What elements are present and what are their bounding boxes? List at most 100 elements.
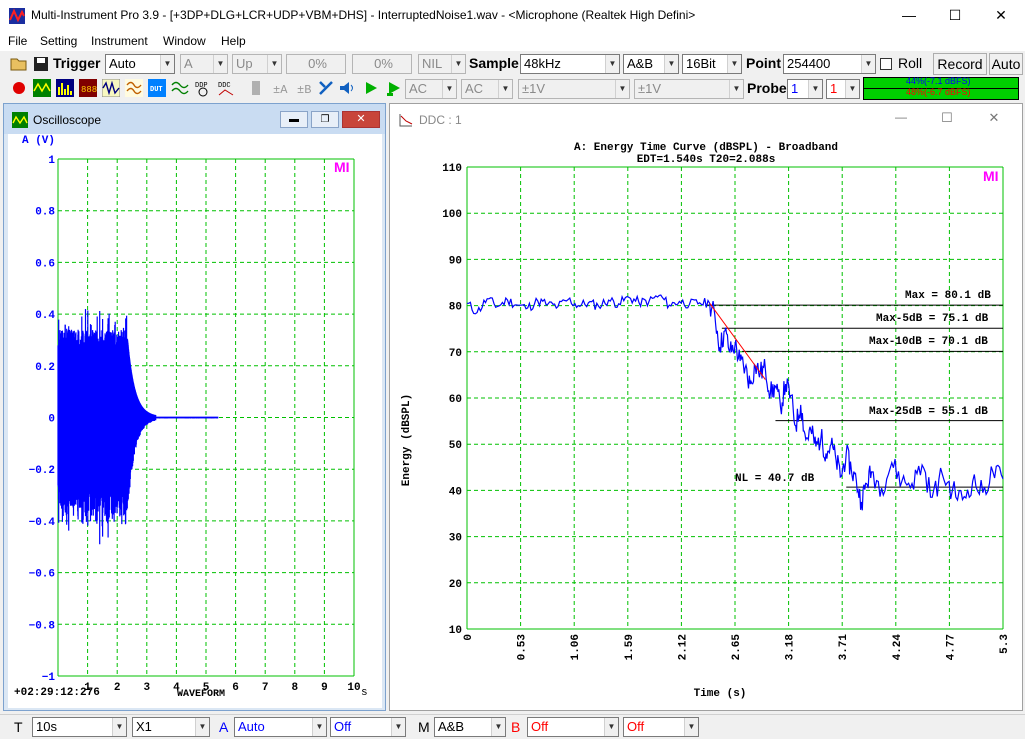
- bits-select[interactable]: 16Bit ▼: [682, 54, 742, 74]
- generator-icon[interactable]: [102, 79, 120, 97]
- b-off-select-2[interactable]: Off ▼: [623, 717, 699, 737]
- chevron-down-icon: ▼: [664, 55, 678, 73]
- save-icon[interactable]: [32, 55, 50, 73]
- ddc-icon[interactable]: DDC: [217, 79, 235, 97]
- chart-xlabel: Time (s): [693, 688, 747, 700]
- osc-y-unit: A (V): [22, 135, 56, 147]
- osc-mode-label: WAVEFORM: [177, 689, 226, 700]
- chevron-down-icon: ▼: [442, 80, 456, 98]
- timebase-select[interactable]: 10s ▼: [32, 717, 127, 737]
- panel-restore-button[interactable]: ❐: [311, 111, 339, 128]
- menu-instrument[interactable]: Instrument: [91, 34, 148, 48]
- range-a-select[interactable]: ±1V ▼: [518, 79, 630, 99]
- ddp-icon[interactable]: DDP: [194, 79, 212, 97]
- osc-logo: MI: [334, 159, 350, 175]
- waveform-icon[interactable]: [171, 79, 189, 97]
- chart-subtitle: EDT=1.540s T20=2.088s: [636, 154, 776, 166]
- a-trigger-select[interactable]: Auto ▼: [234, 717, 327, 737]
- cursor-b-icon[interactable]: ±B: [294, 79, 312, 97]
- open-folder-icon[interactable]: [10, 55, 28, 73]
- ddc-icon: [399, 114, 413, 127]
- speaker-icon[interactable]: [338, 79, 356, 97]
- auto-button[interactable]: Auto: [989, 53, 1023, 75]
- minimize-button[interactable]: —: [886, 0, 932, 31]
- coupling-a-select[interactable]: AC ▼: [405, 79, 457, 99]
- osc-y-tick-label: 1: [48, 155, 55, 167]
- osc-x-tick-label: 9: [321, 682, 328, 694]
- oscilloscope-icon[interactable]: [33, 79, 51, 97]
- play-once-icon[interactable]: [385, 79, 403, 97]
- sample-label: Sample: [469, 55, 519, 71]
- osc-x-tick-label: 7: [262, 682, 269, 694]
- etc-x-tick-label: 4.24: [892, 634, 904, 661]
- ddc-maximize-button[interactable]: ☐: [932, 110, 962, 128]
- coupling-b-select[interactable]: AC ▼: [461, 79, 513, 99]
- ddc-minimize-button[interactable]: —: [886, 110, 916, 128]
- math-select[interactable]: A&B ▼: [434, 717, 506, 737]
- chevron-down-icon: ▼: [160, 55, 174, 73]
- etc-y-tick-label: 60: [449, 394, 462, 406]
- spectrum-icon[interactable]: [56, 79, 74, 97]
- etc-chart[interactable]: 1020304050607080901001100 0.53 1.06 1.59 2.1…: [390, 134, 1022, 710]
- chevron-down-icon: ▼: [498, 80, 512, 98]
- play-icon[interactable]: [362, 79, 380, 97]
- trigger-level-field[interactable]: 0%: [286, 54, 346, 74]
- oscilloscope-window: Oscilloscope ▬ ❐ ✕ 1 0.8 0.6 0.4 0.2 0 −0.2 −0.…: [3, 103, 386, 711]
- etc-x-tick-label: 4.77: [945, 634, 957, 660]
- panel-minimize-button[interactable]: ▬: [280, 111, 308, 128]
- trigger-mode-select[interactable]: Auto ▼: [105, 54, 175, 74]
- menu-setting[interactable]: Setting: [40, 34, 77, 48]
- a-off-select[interactable]: Off ▼: [330, 717, 406, 737]
- trigger-label: Trigger: [53, 55, 101, 71]
- channels-select[interactable]: A&B ▼: [623, 54, 679, 74]
- maximize-button[interactable]: ☐: [932, 0, 978, 31]
- trigger-edge-select[interactable]: Up ▼: [232, 54, 282, 74]
- osc-y-tick-label: 0.2: [35, 362, 55, 374]
- menu-file[interactable]: File: [8, 34, 27, 48]
- svg-text:888: 888: [81, 85, 97, 95]
- trigger-delay-field[interactable]: 0%: [352, 54, 412, 74]
- cursor-a-icon[interactable]: ±A: [270, 79, 288, 97]
- trigger-channel-select[interactable]: A ▼: [180, 54, 228, 74]
- probe-icon[interactable]: [247, 79, 265, 97]
- sample-rate-select[interactable]: 48kHz ▼: [520, 54, 620, 74]
- osc-x-tick-label: 8: [291, 682, 298, 694]
- roll-checkbox[interactable]: [880, 58, 892, 70]
- tools-icon[interactable]: [317, 79, 335, 97]
- meter-icon[interactable]: 888: [79, 79, 97, 97]
- osc-y-tick-label: −0.2: [29, 465, 55, 477]
- chevron-down-icon: ▼: [451, 55, 465, 73]
- nil-select[interactable]: NIL ▼: [418, 54, 466, 74]
- etc-x-tick-label: 2.65: [731, 634, 743, 661]
- oscilloscope-icon: [12, 112, 28, 128]
- record-icon[interactable]: [10, 79, 28, 97]
- probe-a-select[interactable]: 1 ▼: [787, 79, 823, 99]
- svg-text:DUT: DUT: [150, 86, 163, 94]
- svg-text:±A: ±A: [273, 83, 288, 97]
- dut-icon[interactable]: DUT: [148, 79, 166, 97]
- oscilloscope-chart[interactable]: 10.80.60.40.20−0.2−0.4−0.6−0.8−11 2 3 4 5 6 7 8…: [8, 134, 382, 708]
- etc-y-tick-label: 70: [449, 348, 462, 360]
- point-select[interactable]: 254400 ▼: [783, 54, 876, 74]
- dsp-icon[interactable]: [125, 79, 143, 97]
- menu-bar: File Setting Instrument Window Help: [0, 31, 1025, 51]
- etc-y-tick-label: 100: [442, 209, 462, 221]
- range-b-select[interactable]: ±1V ▼: [634, 79, 744, 99]
- zoom-select[interactable]: X1 ▼: [132, 717, 210, 737]
- panel-close-button[interactable]: ✕: [342, 111, 380, 128]
- close-button[interactable]: ✕: [978, 0, 1024, 31]
- chevron-down-icon: ▼: [312, 718, 326, 736]
- etc-x-tick-label: 3.71: [838, 634, 850, 661]
- bottom-bar: T 10s ▼ X1 ▼ A Auto ▼ Off ▼ M A&B ▼ B Off ▼ Of…: [0, 714, 1025, 739]
- ddc-close-button[interactable]: ✕: [979, 110, 1009, 128]
- record-button[interactable]: Record: [933, 53, 987, 75]
- osc-y-tick-label: 0: [48, 414, 55, 426]
- menu-help[interactable]: Help: [221, 34, 246, 48]
- probe-b-select[interactable]: 1 ▼: [826, 79, 860, 99]
- etc-y-tick-label: 80: [449, 302, 462, 314]
- b-off-select-1[interactable]: Off ▼: [527, 717, 619, 737]
- osc-y-tick-label: −1: [42, 672, 56, 684]
- meter-a-text: 44%(-7.1 dBFS): [906, 76, 971, 86]
- menu-window[interactable]: Window: [163, 34, 206, 48]
- chevron-down-icon: ▼: [195, 718, 209, 736]
